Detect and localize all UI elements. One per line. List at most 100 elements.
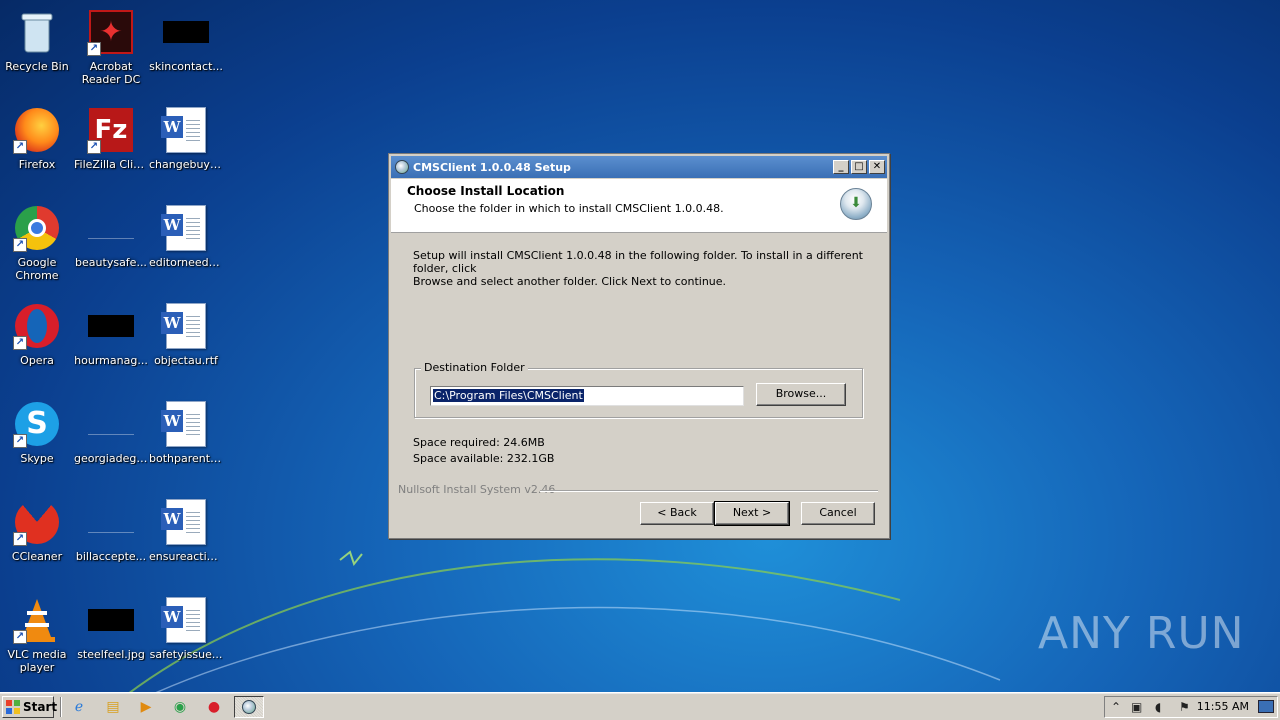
desktop-icon-label: Opera	[20, 354, 54, 367]
desktop-icon-label: Recycle Bin	[5, 60, 69, 73]
destination-folder-group: Destination Folder C:\Program Files\CMSC…	[414, 361, 863, 418]
system-tray: ⌃ ▣ ◖ ⚑ 11:55 AM	[1104, 696, 1278, 718]
desktop-icon-skincontact[interactable]: skincontact...	[149, 8, 223, 73]
show-desktop-icon[interactable]	[1258, 700, 1274, 713]
installer-app-icon	[395, 160, 409, 174]
desktop-icon-safetyissue[interactable]: W safetyissue...	[149, 596, 223, 661]
word-document-icon: W	[161, 204, 210, 252]
shortcut-arrow-icon: ↗	[87, 42, 101, 56]
desktop-icon-label: steelfeel.jpg	[77, 648, 145, 661]
media-player-icon[interactable]: ▶	[137, 698, 155, 716]
shortcut-arrow-icon: ↗	[87, 140, 101, 154]
close-button[interactable]: ✕	[869, 160, 885, 174]
desktop-icon-filezilla[interactable]: Fz ↗ FileZilla Client	[74, 106, 148, 171]
page-title: Choose Install Location	[407, 184, 565, 198]
file-explorer-icon[interactable]: ▤	[104, 698, 122, 716]
desktop-icon-ccleaner[interactable]: ↗ CCleaner	[0, 498, 74, 563]
desktop-icon-label: bothparent.rtf	[149, 452, 223, 465]
desktop-icon-steelfeel[interactable]: steelfeel.jpg	[74, 596, 148, 661]
desktop-icon-label: beautysafe...	[75, 256, 147, 269]
recycle-bin-icon	[13, 8, 61, 56]
branding-divider	[540, 490, 878, 492]
desktop-icon-beautysafe[interactable]: beautysafe...	[74, 204, 148, 269]
destination-folder-label: Destination Folder	[421, 361, 528, 374]
desktop-icon-bothparent[interactable]: W bothparent.rtf	[149, 400, 223, 465]
install-disc-icon	[840, 188, 872, 220]
file-icon	[162, 8, 210, 56]
volume-icon[interactable]: ◖	[1155, 700, 1161, 714]
space-available-text: Space available: 232.1GB	[413, 452, 555, 465]
desktop-icon-objectau[interactable]: W objectau.rtf	[149, 302, 223, 367]
opera-taskbar-icon[interactable]: ●	[205, 698, 223, 716]
word-document-icon: W	[161, 106, 210, 154]
action-center-flag-icon[interactable]: ⚑	[1179, 700, 1190, 714]
word-document-icon: W	[161, 400, 210, 448]
start-button[interactable]: Start	[2, 696, 57, 718]
desktop-icon-label: FileZilla Client	[74, 158, 148, 171]
destination-path-value: C:\Program Files\CMSClient	[433, 389, 584, 402]
shortcut-arrow-icon: ↗	[13, 434, 27, 448]
back-button[interactable]: < Back	[640, 502, 714, 525]
file-icon	[87, 204, 135, 252]
desktop-icon-billaccepte[interactable]: billaccepte...	[74, 498, 148, 563]
shortcut-arrow-icon: ↗	[13, 336, 27, 350]
dialog-titlebar[interactable]: CMSClient 1.0.0.48 Setup _ □ ✕	[391, 156, 887, 178]
word-document-icon: W	[161, 498, 210, 546]
vlc-cone-icon: ↗	[13, 596, 61, 644]
acrobat-icon: ✦ ↗	[87, 8, 135, 56]
next-button[interactable]: Next >	[714, 501, 790, 526]
desktop-icon-label: changebuyi...	[149, 158, 223, 171]
file-icon	[87, 302, 135, 350]
desktop-icon-ensureactio[interactable]: W ensureactio...	[149, 498, 223, 563]
chrome-taskbar-icon[interactable]: ◉	[171, 698, 189, 716]
desktop-icon-chrome[interactable]: ↗ Google Chrome	[0, 204, 74, 282]
destination-path-input[interactable]: C:\Program Files\CMSClient	[430, 386, 744, 406]
clock[interactable]: 11:55 AM	[1197, 700, 1249, 714]
shortcut-arrow-icon: ↗	[13, 630, 27, 644]
anyrun-watermark: ANY RUN	[1038, 608, 1245, 659]
cancel-button[interactable]: Cancel	[801, 502, 875, 525]
word-document-icon: W	[161, 596, 210, 644]
file-icon	[87, 400, 135, 448]
desktop-icon-hourmanag[interactable]: hourmanag...	[74, 302, 148, 367]
desktop-icon-label: CCleaner	[11, 550, 63, 563]
image-file-icon	[87, 596, 135, 644]
network-icon[interactable]: ▣	[1131, 700, 1142, 714]
page-subtitle: Choose the folder in which to install CM…	[414, 202, 724, 215]
desktop-icon-changebuyi[interactable]: W changebuyi...	[149, 106, 223, 171]
desktop-icon-label: billaccepte...	[75, 550, 147, 563]
show-hidden-icons-icon[interactable]: ⌃	[1111, 700, 1121, 714]
opera-icon: ↗	[13, 302, 61, 350]
shortcut-arrow-icon: ↗	[13, 140, 27, 154]
desktop-icon-label: Acrobat Reader DC	[81, 60, 141, 86]
filezilla-icon: Fz ↗	[87, 106, 135, 154]
space-required-text: Space required: 24.6MB	[413, 436, 545, 449]
setup-taskbar-button[interactable]	[234, 696, 264, 718]
nsis-branding: Nullsoft Install System v2.46	[398, 483, 556, 496]
file-icon	[87, 498, 135, 546]
desktop-icon-firefox[interactable]: ↗ Firefox	[0, 106, 74, 171]
firefox-icon: ↗	[13, 106, 61, 154]
desktop-icon-skype[interactable]: S ↗ Skype	[0, 400, 74, 465]
desktop-icon-label: VLC media player	[7, 648, 67, 674]
installer-app-icon	[242, 700, 256, 714]
desktop-icon-label: Skype	[20, 452, 54, 465]
desktop-icon-acrobat[interactable]: ✦ ↗ Acrobat Reader DC	[74, 8, 148, 86]
desktop-icon-label: Google Chrome	[15, 256, 59, 282]
shortcut-arrow-icon: ↗	[13, 532, 27, 546]
desktop-icon-opera[interactable]: ↗ Opera	[0, 302, 74, 367]
minimize-button[interactable]: _	[833, 160, 849, 174]
desktop-icon-label: Firefox	[18, 158, 56, 171]
desktop-icon-georgiadegr[interactable]: georgiadegr...	[74, 400, 148, 465]
desktop-icon-recycle-bin[interactable]: Recycle Bin	[0, 8, 74, 73]
instructions-text: Setup will install CMSClient 1.0.0.48 in…	[413, 249, 873, 288]
browse-button[interactable]: Browse...	[756, 383, 846, 406]
desktop-icon-label: editorneed.rtf	[149, 256, 223, 269]
word-document-icon: W	[161, 302, 210, 350]
desktop-icon-label: objectau.rtf	[154, 354, 218, 367]
desktop-icon-label: georgiadegr...	[74, 452, 148, 465]
desktop-icon-editorneed[interactable]: W editorneed.rtf	[149, 204, 223, 269]
desktop-icon-vlc[interactable]: ↗ VLC media player	[0, 596, 74, 674]
maximize-button[interactable]: □	[851, 160, 867, 174]
internet-explorer-icon[interactable]: ℯ	[70, 698, 88, 716]
